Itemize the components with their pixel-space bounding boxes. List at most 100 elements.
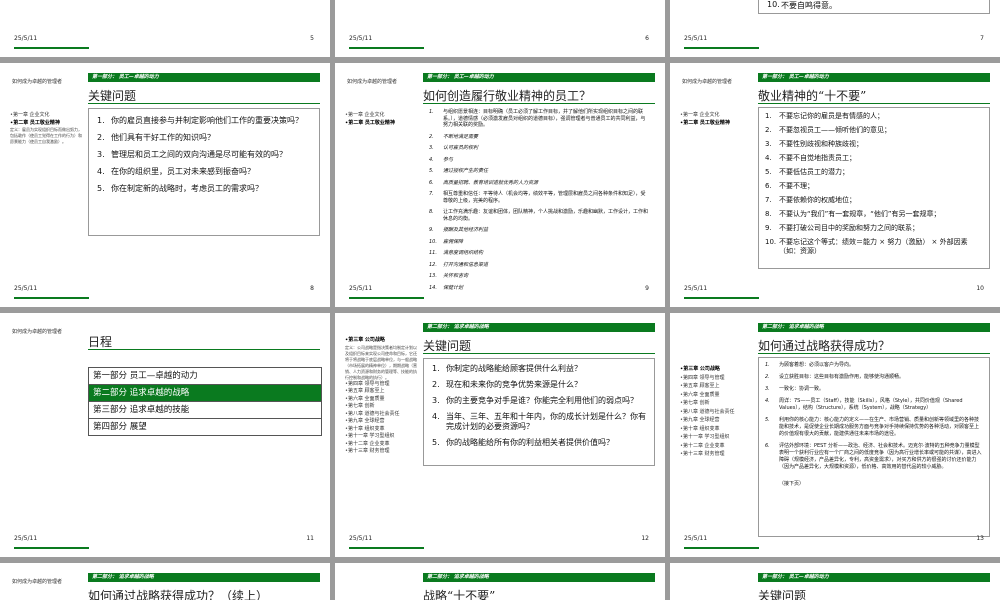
list-item: 6. 评估外部环境：PEST 分析——政治、经济、社会和技术。迈克尔·波特的五种竞… — [765, 443, 982, 470]
slide-8[interactable]: 如何成为卓越的管理者 第一部分： 员工—卓越的动力 关键问题 •第一章 企业文化… — [0, 63, 330, 307]
footer-rule — [349, 297, 424, 299]
slide-number: 10 — [976, 285, 984, 292]
slide-14[interactable]: 如何成为卓越的管理者 第二部分： 追求卓越的战略 如何通过战略获得成功？（续上） — [0, 563, 330, 600]
list-item: 2. 设立获胜目标：这些目标有激励作用，能够使沟通顺畅。 — [765, 374, 905, 380]
sidebar-chapter: •第一章 企业文化 — [10, 112, 50, 118]
footer-rule — [349, 547, 424, 549]
list-box: 10. 不要自鸣得意。 — [758, 0, 990, 14]
list-item: 2. 不断地满足需要 — [429, 133, 479, 140]
list-item: 1. 为顾客着想：必须以客户为导向。 — [765, 362, 855, 368]
list-item: 12. 打开沟通和信息渠道 — [429, 261, 489, 268]
continued-note: （接下页） — [779, 481, 805, 487]
slide-date: 25/5/11 — [684, 285, 708, 292]
slide-number: 8 — [310, 285, 314, 292]
sidebar-chapter-current: •第三章 公司战略 — [680, 366, 720, 372]
slide-title: 关键问题 — [88, 89, 137, 103]
slide-date: 25/5/11 — [349, 285, 373, 292]
list-item: 3. 管理层和员工之间的双向沟通是尽可能有效的吗？ — [97, 150, 287, 159]
list-item: 4. 参与 — [429, 156, 454, 163]
agenda-item-current[interactable]: 第二部分 追求卓越的战略 — [89, 385, 321, 402]
sidebar-chapter: •第五章 顾客至上 — [345, 388, 385, 394]
footer-rule — [349, 47, 424, 49]
list-item: 7. 不要依赖你的权威地位； — [765, 196, 856, 204]
list-item: 4. 在你的组织里，员工对未来感到振奋吗？ — [97, 167, 255, 176]
list-item: 6. 不要不理； — [765, 182, 814, 190]
list-item: 10. 不要忘记这个等式：绩效＝能力 × 努力（激励） × 外部因素（如：资源） — [765, 238, 968, 255]
footer-rule — [684, 547, 759, 549]
slide-title: 如何通过战略获得成功？（续上） — [88, 589, 269, 600]
chapter-sidebar: •第一章 企业文化 •第二章 员工敬业精神 — [345, 111, 418, 127]
title-rule — [758, 353, 990, 354]
sidebar-chapter: •第四章 领导与管理 — [680, 374, 725, 381]
slide-9[interactable]: 如何成为卓越的管理者 第一部分： 员工—卓越的动力 如何创造履行敬业精神的员工？… — [335, 63, 665, 307]
sidebar-chapter-current: •第二章 员工敬业精神 — [345, 120, 395, 126]
section-banner: 第一部分： 员工—卓越的动力 — [758, 573, 990, 582]
title-rule — [758, 103, 990, 104]
slide-7[interactable]: 10. 不要自鸣得意。 25/5/11 7 — [670, 0, 1000, 57]
slide-brand: 如何成为卓越的管理者 — [12, 79, 63, 85]
slide-brand: 如何成为卓越的管理者 — [12, 579, 63, 585]
slide-12[interactable]: 第二部分： 追求卓越的战略 关键问题 •第三章 公司战略 定义：公司战略是指决策… — [335, 313, 665, 557]
agenda-item[interactable]: 第三部分 追求卓越的技能 — [89, 402, 321, 419]
list-box: 1. 不要忘记你的雇员是有情感的人； 2. 不要忽视员工——倾听他们的意见； 3. 不… — [758, 107, 990, 269]
list-item: 5. 不要低估员工的潜力； — [765, 168, 849, 176]
sidebar-chapter: •第七章 创新 — [345, 403, 375, 409]
title-rule — [88, 103, 320, 104]
section-banner: 第一部分： 员工—卓越的动力 — [758, 73, 990, 82]
list-item-number: 10. — [767, 0, 780, 9]
question-list: 1. 你的雇员直接参与并制定影响他们工作的重要决策吗？ 2. 他们具有干好工作的知识… — [89, 109, 319, 206]
agenda-item[interactable]: 第一部分 员工—卓越的动力 — [89, 368, 321, 385]
chapter-sidebar: •第一章 企业文化 •第二章 员工敬业精神 定义：雇员为实现组织目标而做出努力，… — [10, 111, 83, 145]
slide-title: 关键问题 — [423, 339, 472, 353]
list-item: 11. 满意度调组织结构 — [429, 250, 484, 256]
slide-11[interactable]: 如何成为卓越的管理者 日程 第一部分 员工—卓越的动力 第二部分 追求卓越的战略… — [0, 313, 330, 557]
content-list: 1. 与组织愿景相连：目标明确（员工必须了解工作目标，并了解他们所实现组织目标之间… — [423, 105, 655, 300]
chapter-definition: 定义：雇员为实现组织目标而做出努力，包括敢作（使员工觉得在工作的行为）和愿景能力… — [10, 127, 82, 144]
question-box: 1. 你的雇员直接参与并制定影响他们工作的重要决策吗？ 2. 他们具有干好工作的知识… — [88, 108, 320, 236]
slide-date: 25/5/11 — [684, 535, 708, 542]
title-rule — [423, 103, 655, 104]
question-list: 1. 你制定的战略能给顾客提供什么利益？ 2. 现在和未来你的竞争优势来源是什么？ … — [424, 359, 654, 459]
slide-6[interactable]: 25/5/11 6 — [335, 0, 665, 57]
section-banner: 第二部分： 追求卓越的战略 — [758, 323, 990, 332]
list-item: 1. 与组织愿景相连：目标明确（员工必须了解工作目标，并了解他们所实现组织目标之间… — [429, 109, 646, 128]
slide-number: 5 — [310, 35, 314, 42]
section-banner: 第一部分： 员工—卓越的动力 — [423, 73, 655, 82]
section-banner: 第一部分： 员工—卓越的动力 — [88, 73, 320, 82]
slide-number: 7 — [980, 35, 984, 42]
slide-number: 13 — [976, 535, 984, 542]
sidebar-chapter-current: •第三章 公司战略 — [345, 337, 385, 343]
sidebar-chapter: •第十二章 企业变革 — [345, 440, 390, 447]
footer-rule — [684, 47, 759, 49]
slide-title: 如何通过战略获得成功？ — [758, 339, 891, 353]
content-box: 1. 与组织愿景相连：目标明确（员工必须了解工作目标，并了解他们所实现组织目标之间… — [423, 105, 655, 297]
list-item: 10. 雇佣保障 — [429, 238, 464, 245]
slide-date: 25/5/11 — [14, 285, 38, 292]
slide-title: 敬业精神的“十不要” — [758, 89, 867, 103]
sidebar-chapter-current: •第二章 员工敬业精神 — [680, 120, 730, 126]
sidebar-chapter: •第六章 全面质量 — [345, 395, 385, 402]
slide-15[interactable]: 第二部分： 追求卓越的战略 战略“十不要” — [335, 563, 665, 600]
slide-13[interactable]: 第二部分： 追求卓越的战略 如何通过战略获得成功？ •第三章 公司战略 •第四章… — [670, 313, 1000, 557]
sidebar-chapter: •第七章 创新 — [680, 400, 710, 406]
slide-16[interactable]: 第一部分： 员工—卓越的动力 关键问题 — [670, 563, 1000, 600]
chapter-definition: 定义：公司战略是指决策者均制定计划以及组织目标来实现公司使命和目标，它还将于将战… — [345, 344, 417, 380]
slide-number: 11 — [306, 535, 314, 542]
list-item: 3. 不要性别歧视和种族歧视； — [765, 140, 863, 148]
agenda-item[interactable]: 第四部分 展望 — [89, 419, 321, 435]
slide-10[interactable]: 如何成为卓越的管理者 第一部分： 员工—卓越的动力 敬业精神的“十不要” •第一… — [670, 63, 1000, 307]
sidebar-chapter-current: •第二章 员工敬业精神 — [10, 120, 60, 126]
slide-brand: 如何成为卓越的管理者 — [12, 329, 63, 335]
section-banner: 第二部分： 追求卓越的战略 — [423, 573, 655, 582]
list-item: 8. 让工作充满乐趣：友谊和团体，团队精神，个人挑战和激励，乐趣和幽默，工作设计，… — [429, 209, 649, 222]
list-item: 5. 利用你的核心能力：核心能力的定义——在生产、市场营销、质量和创新等领域里的各… — [765, 417, 980, 437]
sidebar-chapter: •第十一章 学习型组织 — [345, 433, 395, 439]
slide-number: 9 — [645, 285, 649, 292]
list-item: 3. 一致化：协调一致。 — [765, 386, 825, 392]
dont-list: 1. 不要忘记你的雇员是有情感的人； 2. 不要忽视员工——倾听他们的意见； 3. 不… — [759, 108, 989, 260]
list-item: 1. 不要忘记你的雇员是有情感的人； — [765, 112, 884, 120]
question-box: 1. 你制定的战略能给顾客提供什么利益？ 2. 现在和未来你的竞争优势来源是什么？ … — [423, 358, 655, 466]
slide-5[interactable]: 25/5/11 5 — [0, 0, 330, 57]
list-item: 4. 周详：7S——员工（Staff），技能（Skills），风格（Style），… — [765, 398, 963, 411]
slide-title: 如何创造履行敬业精神的员工？ — [423, 89, 592, 103]
